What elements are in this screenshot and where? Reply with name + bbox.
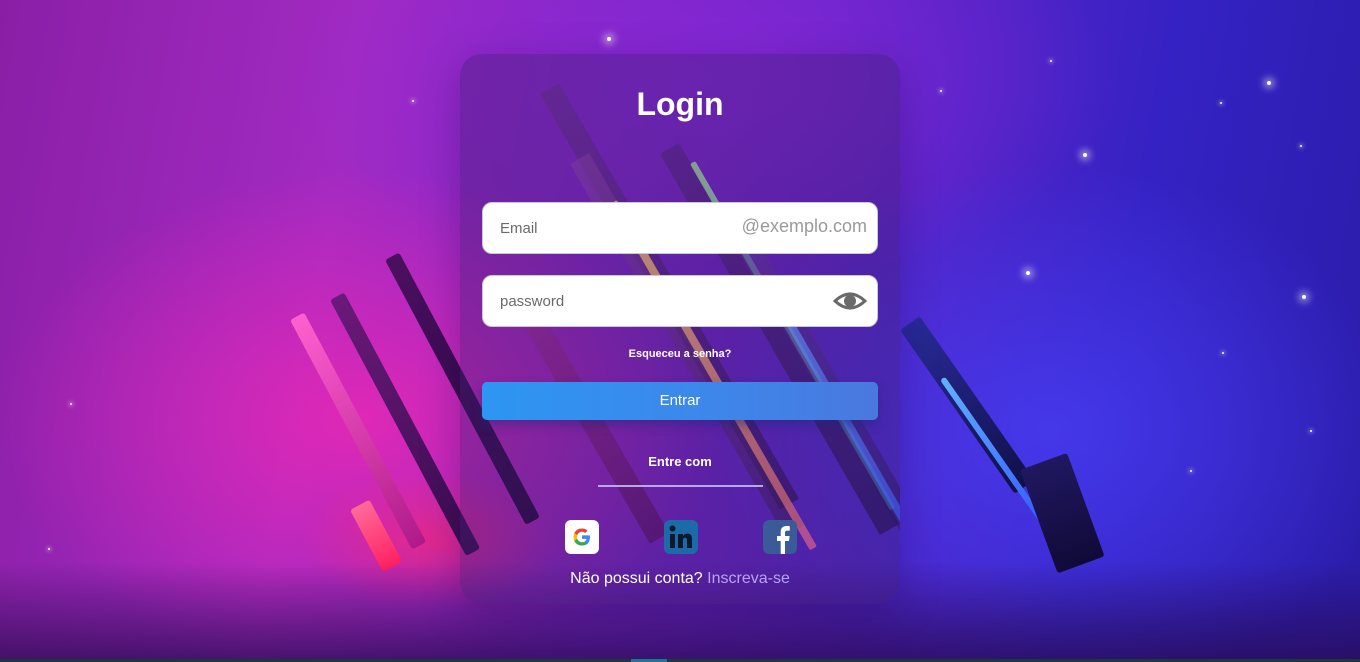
password-input[interactable] [483,276,877,326]
star [1267,81,1271,85]
facebook-icon [777,526,790,554]
star [1026,271,1030,275]
star [1302,295,1306,299]
email-field[interactable]: @exemplo.com [482,202,878,254]
star [1050,60,1052,62]
linkedin-icon [666,522,696,552]
forgot-password-link[interactable]: Esqueceu a senha? [460,348,900,360]
star [48,548,50,550]
google-login-button[interactable] [565,520,599,554]
star [1220,102,1222,104]
star [1083,153,1087,157]
facebook-login-button[interactable] [763,520,797,554]
social-heading: Entre com [648,454,712,469]
google-icon [573,528,590,546]
star [412,100,414,102]
neon-bar [900,316,1035,494]
star [70,403,72,405]
star [940,90,942,92]
star [1300,145,1302,147]
login-button[interactable]: Entrar [482,382,878,420]
eye-icon[interactable] [832,287,868,315]
email-domain-hint: @exemplo.com [741,216,867,236]
linkedin-login-button[interactable] [664,520,698,554]
star [1190,470,1192,472]
star [1222,352,1224,354]
signup-row: Não possui conta? Inscreva-se [460,570,900,588]
star [1310,430,1312,432]
login-card: Login @exemplo.com Esqueceu a senha? Ent… [460,54,900,604]
signup-prompt: Não possui conta? [570,570,703,587]
divider [598,485,763,487]
signup-link[interactable]: Inscreva-se [707,570,790,587]
page-title: Login [636,86,724,122]
star [607,37,611,41]
login-button-label: Entrar [659,392,701,409]
password-field[interactable] [482,275,878,327]
